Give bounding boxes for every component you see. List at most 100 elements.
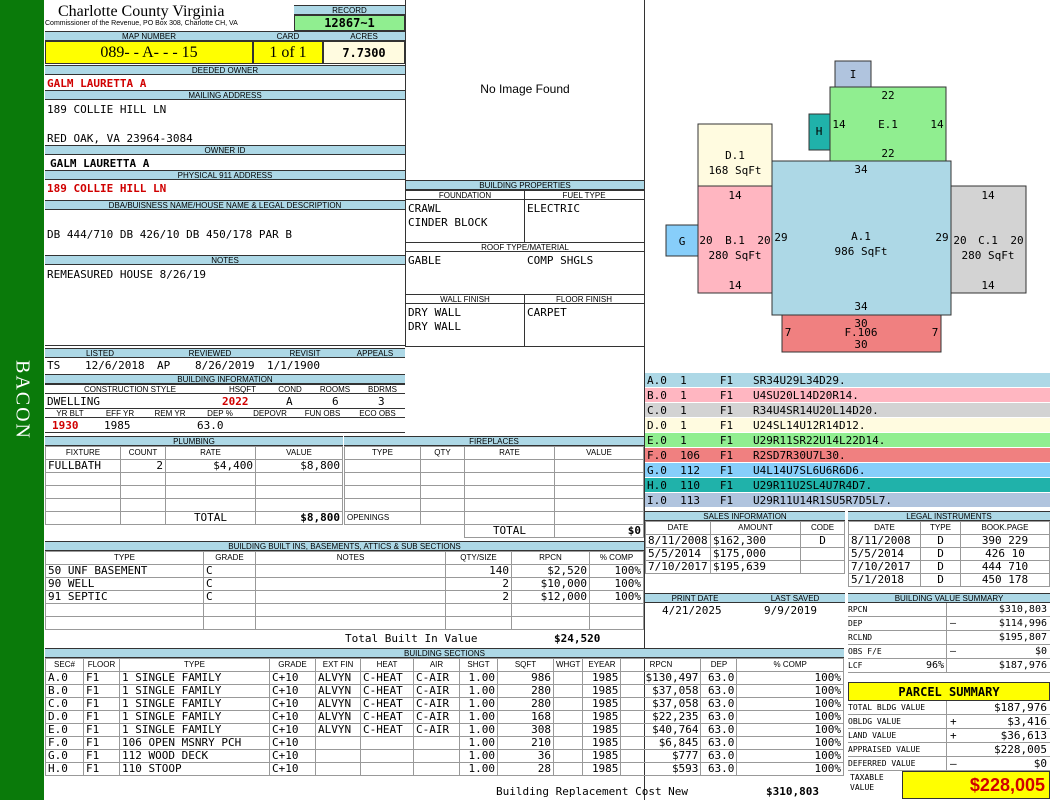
sketch-label-c: C.1 — [978, 234, 998, 247]
legal-row: 7/10/2017 D 444 710 — [848, 560, 1050, 574]
legal-row: 5/5/2014 D 426 10 — [848, 547, 1050, 561]
sections-total-label: Building Replacement Cost New — [496, 785, 689, 798]
owner-id-label: OWNER ID — [45, 145, 405, 155]
svg-text:20: 20 — [757, 234, 770, 247]
svg-text:20: 20 — [1010, 234, 1023, 247]
image-placeholder: No Image Found — [480, 82, 570, 96]
sections-label: BUILDING SECTIONS — [45, 648, 844, 658]
hsqft-label: HSQFT — [215, 384, 270, 394]
svg-text:14: 14 — [930, 118, 944, 131]
sketch-legend-row: D.0 1 F1 U24SL14U12R14D12. — [645, 418, 1050, 433]
section-row: A.0 F1 1 SINGLE FAMILY C+10 ALVYN C-HEAT C-AIR… — [45, 671, 844, 685]
svg-text:14: 14 — [728, 279, 742, 292]
acres-label: ACRES — [323, 31, 405, 41]
parcel-summary: TOTAL BLDG VALUE $187,976 OBLDG VALUE + $3,4… — [848, 701, 1050, 771]
roof-type: GABLE — [408, 254, 442, 267]
yrblt-label: YR BLT — [45, 408, 95, 418]
last-saved: 9/9/2019 — [764, 604, 817, 617]
floor-finish: CARPET — [527, 306, 567, 319]
builtins-table: TYPE GRADE NOTES QTY/SIZE RPCN% COMP 50 UNF … — [45, 551, 644, 630]
rooms-label: ROOMS — [310, 384, 360, 394]
sketch-label-h: H — [816, 125, 823, 138]
plumbing-total-label: TOTAL — [165, 511, 256, 525]
parcel-summary-row: OBLDG VALUE + $3,416 — [848, 715, 1050, 729]
sections-table: SEC# FLOOR TYPE GRADE EXT FIN HEAT AIR SHGT SQFT… — [45, 658, 844, 776]
value-summary-row: LCF 96% $187,976 — [848, 659, 1050, 673]
sketch-legend-row: H.0 110 F1 U29R11U2SL4U7R4D7. — [645, 478, 1050, 493]
print-date: 4/21/2025 — [662, 604, 722, 617]
sketch-legend-row: I.0 113 F1 U29R11U14R1SU5R7D5L7. — [645, 493, 1050, 508]
fireplaces-table: TYPE QTY RATE VALUE OPENINGS TOTAL $0 — [344, 446, 644, 538]
card-value: 1 of 1 — [253, 41, 323, 64]
mailing-line1: 189 COLLIE HILL LN — [47, 103, 167, 116]
builtin-row: 91 SEPTIC C 2 $12,000 100% — [45, 590, 644, 604]
sales-row: 5/5/2014 $175,000 — [645, 547, 845, 561]
svg-text:280 SqFt: 280 SqFt — [962, 249, 1015, 262]
sketch-legend-row: B.0 1 F1 U4SU20L14D20R14. — [645, 388, 1050, 403]
value-summary-row: OBS F/E – $0 — [848, 645, 1050, 659]
svg-text:280 SqFt: 280 SqFt — [709, 249, 762, 262]
county-subtitle: Commissioner of the Revenue, PO Box 308,… — [45, 20, 238, 27]
legal-row: 5/1/2018 D 450 178 — [848, 573, 1050, 587]
section-row: C.0 F1 1 SINGLE FAMILY C+10 ALVYN C-HEAT C-AIR… — [45, 697, 844, 711]
fireplaces-total: $0 — [554, 524, 644, 538]
svg-text:29: 29 — [774, 231, 787, 244]
building-info-label: BUILDING INFORMATION — [45, 374, 405, 384]
notes-label: NOTES — [45, 255, 405, 265]
listed-label: LISTED — [45, 348, 155, 358]
appeals-label: APPEALS — [345, 348, 405, 358]
acres-value: 7.7300 — [323, 41, 405, 64]
svg-text:22: 22 — [881, 89, 894, 102]
ecoobs-label: ECO OBS — [350, 408, 405, 418]
value-summary-row: RCLND $195,807 — [848, 631, 1050, 645]
print-date-label: PRINT DATE — [645, 593, 745, 603]
mailing-line2: RED OAK, VA 23964-3084 — [47, 132, 193, 145]
taxable-label: TAXABLE VALUE — [850, 773, 884, 792]
svg-text:34: 34 — [854, 163, 868, 176]
parcel-summary-title: PARCEL SUMMARY — [848, 682, 1050, 701]
sketch-legend-row: G.0 112 F1 U4L14U7SL6U6R6D6. — [645, 463, 1050, 478]
value-summary-row: DEP – $114,996 — [848, 617, 1050, 631]
notes: REMEASURED HOUSE 8/26/19 — [47, 268, 206, 281]
card-label: CARD — [253, 31, 323, 41]
style-label: CONSTRUCTION STYLE — [45, 384, 215, 394]
sketch-label-e: E.1 — [878, 118, 898, 131]
parcel-summary-row: LAND VALUE + $36,613 — [848, 729, 1050, 743]
svg-text:7: 7 — [932, 326, 939, 339]
cond-value: A — [286, 395, 293, 408]
mailing-address-label: MAILING ADDRESS — [45, 90, 405, 100]
sketch-label-b: B.1 — [725, 234, 745, 247]
value-summary-row: RPCN $310,803 — [848, 603, 1050, 617]
sketch-legend: A.0 1 F1 SR34U29L34D29. B.0 1 F1 U4SU20L1… — [645, 373, 1050, 508]
dep-value: 63.0 — [197, 419, 224, 432]
sales-label: SALES INFORMATION — [645, 511, 845, 521]
deeded-owner-label: DEEDED OWNER — [45, 65, 405, 75]
hsqft-value: 2022 — [222, 395, 249, 408]
section-row: G.0 F1 112 WOOD DECK C+10 1.00 36 1985 $777 63.0… — [45, 749, 844, 763]
construction-style: DWELLING — [47, 395, 100, 408]
record-label: RECORD — [294, 5, 405, 15]
value-summary-label: BUILDING VALUE SUMMARY — [848, 593, 1050, 603]
wall-finish-2: DRY WALL — [408, 320, 461, 333]
section-row: E.0 F1 1 SINGLE FAMILY C+10 ALVYN C-HEAT C-AIR… — [45, 723, 844, 737]
roof-label: ROOF TYPE/MATERIAL — [406, 242, 644, 252]
bdrms-label: BDRMS — [360, 384, 405, 394]
foundation-1: CRAWL — [408, 202, 442, 215]
side-label: BACON — [11, 359, 34, 441]
legal-instruments-table: DATE TYPE BOOK.PAGE 8/11/2008 D 390 229 5/5/… — [848, 521, 1050, 587]
taxable-value: $228,005 — [902, 771, 1050, 799]
foundation-2: CINDER BLOCK — [408, 216, 488, 229]
plumbing-total: $8,800 — [255, 511, 343, 525]
sketch-legend-row: E.0 1 F1 U29R11SR22U14L22D14. — [645, 433, 1050, 448]
svg-text:20: 20 — [953, 234, 966, 247]
legal-description: DB 444/710 DB 426/10 DB 450/178 PAR B — [47, 228, 293, 241]
parcel-summary-row: DEFERRED VALUE – $0 — [848, 757, 1050, 771]
legal-instruments-label: LEGAL INSTRUMENTS — [848, 511, 1050, 521]
sections-total: $310,803 — [766, 785, 819, 798]
fireplaces-total-label: TOTAL — [464, 524, 555, 538]
deeded-owner: GALM LAURETTA A — [47, 77, 147, 90]
dep-label: DEP % — [195, 408, 245, 418]
svg-text:30: 30 — [854, 317, 867, 330]
cond-label: COND — [270, 384, 310, 394]
building-properties-label: BUILDING PROPERTIES — [406, 180, 644, 190]
